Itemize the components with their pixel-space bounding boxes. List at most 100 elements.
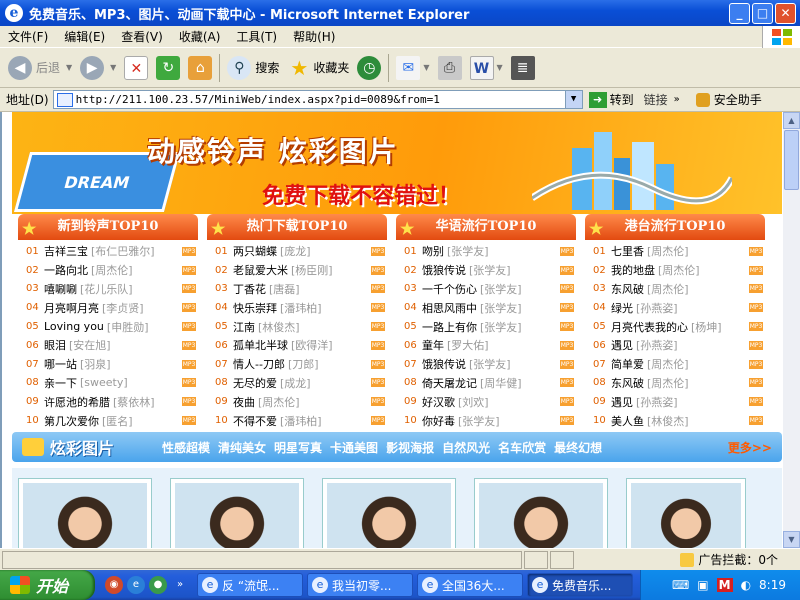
mp3-download-icon[interactable]: MP3 [371, 397, 385, 407]
links-button[interactable]: 链接 [644, 91, 668, 108]
menu-tools[interactable]: 工具(T) [228, 27, 285, 47]
address-url[interactable]: http://211.100.23.57/MiniWeb/index.aspx?… [76, 93, 565, 106]
song-title-link[interactable]: 一路向北 [44, 262, 88, 278]
song-title-link[interactable]: 吉祥三宝 [44, 243, 88, 259]
mp3-download-icon[interactable]: MP3 [371, 359, 385, 369]
mp3-download-icon[interactable]: MP3 [560, 378, 574, 388]
mp3-download-icon[interactable]: MP3 [182, 340, 196, 350]
song-row[interactable]: 01 两只蝴蝶 [庞龙] MP3 [215, 242, 385, 261]
song-row[interactable]: 09 遇见 [孙燕姿] MP3 [593, 392, 763, 411]
media-player-icon[interactable]: ◉ [105, 576, 123, 594]
discuss-button[interactable]: ≣ [507, 51, 539, 85]
song-row[interactable]: 10 美人鱼 [林俊杰] MP3 [593, 411, 763, 430]
song-row[interactable]: 06 眼泪 [安在旭] MP3 [26, 336, 196, 355]
vertical-scrollbar[interactable]: ▲ ▼ [783, 112, 800, 548]
song-title-link[interactable]: 月亮啊月亮 [44, 300, 99, 316]
song-row[interactable]: 02 一路向北 [周杰伦] MP3 [26, 261, 196, 280]
category-link[interactable]: 性感超模 [162, 439, 210, 456]
song-row[interactable]: 05 一路上有你 [张学友] MP3 [404, 317, 574, 336]
mp3-download-icon[interactable]: MP3 [749, 284, 763, 294]
mp3-download-icon[interactable]: MP3 [560, 265, 574, 275]
mp3-download-icon[interactable]: MP3 [371, 303, 385, 313]
song-title-link[interactable]: Loving you [44, 320, 104, 333]
taskbar-button[interactable]: e 我当初零... [307, 573, 413, 597]
song-row[interactable]: 06 孤单北半球 [欧得洋] MP3 [215, 336, 385, 355]
mp3-download-icon[interactable]: MP3 [560, 416, 574, 426]
search-button[interactable]: ⚲ 搜索 [223, 51, 283, 85]
song-title-link[interactable]: 一路上有你 [422, 319, 477, 335]
song-title-link[interactable]: 相思风雨中 [422, 300, 477, 316]
mp3-download-icon[interactable]: MP3 [749, 397, 763, 407]
menu-favorites[interactable]: 收藏(A) [171, 27, 229, 47]
favorites-button[interactable]: ★ 收藏夹 [283, 51, 353, 85]
song-row[interactable]: 10 不得不爱 [潘玮柏] MP3 [215, 411, 385, 430]
mp3-download-icon[interactable]: MP3 [182, 397, 196, 407]
popup-blocker[interactable]: 广告拦截：0个 [680, 551, 778, 568]
song-title-link[interactable]: 快乐崇拜 [233, 300, 277, 316]
mp3-download-icon[interactable]: MP3 [371, 416, 385, 426]
song-title-link[interactable]: 夜曲 [233, 394, 255, 410]
song-row[interactable]: 01 吻别 [张学友] MP3 [404, 242, 574, 261]
print-button[interactable]: ⎙ [434, 51, 466, 85]
window-titlebar[interactable]: e 免费音乐、MP3、图片、动画下载中心 - Microsoft Interne… [0, 0, 800, 26]
category-link[interactable]: 最终幻想 [554, 439, 602, 456]
security-helper-button[interactable]: 安全助手 [695, 91, 762, 108]
song-row[interactable]: 08 倚天屠龙记 [周华健] MP3 [404, 374, 574, 393]
song-title-link[interactable]: 眼泪 [44, 337, 66, 353]
mp3-download-icon[interactable]: MP3 [371, 265, 385, 275]
song-row[interactable]: 09 许愿池的希腊 [蔡依林] MP3 [26, 392, 196, 411]
song-row[interactable]: 08 东风破 [周杰伦] MP3 [593, 374, 763, 393]
refresh-button[interactable]: ↻ [152, 51, 184, 85]
mp3-download-icon[interactable]: MP3 [182, 378, 196, 388]
song-row[interactable]: 06 童年 [罗大佑] MP3 [404, 336, 574, 355]
category-link[interactable]: 名车欣赏 [498, 439, 546, 456]
mp3-download-icon[interactable]: MP3 [560, 397, 574, 407]
song-title-link[interactable]: 简单爱 [611, 356, 644, 372]
song-row[interactable]: 05 Loving you [申胜勋] MP3 [26, 317, 196, 336]
song-title-link[interactable]: 嘻唰唰 [44, 281, 77, 297]
mp3-download-icon[interactable]: MP3 [749, 416, 763, 426]
song-title-link[interactable]: 童年 [422, 337, 444, 353]
song-title-link[interactable]: 东风破 [611, 281, 644, 297]
song-title-link[interactable]: 两只蝴蝶 [233, 243, 277, 259]
menu-edit[interactable]: 编辑(E) [56, 27, 113, 47]
song-row[interactable]: 03 一千个伤心 [张学友] MP3 [404, 280, 574, 299]
ie-quicklaunch-icon[interactable]: e [127, 576, 145, 594]
scroll-thumb[interactable] [784, 130, 799, 190]
song-title-link[interactable]: 第几次爱你 [44, 413, 99, 429]
category-link[interactable]: 影视海报 [386, 439, 434, 456]
song-row[interactable]: 09 好汉歌 [刘欢] MP3 [404, 392, 574, 411]
song-row[interactable]: 10 第几次爱你 [匿名] MP3 [26, 411, 196, 430]
song-title-link[interactable]: 东风破 [611, 375, 644, 391]
scroll-down-button[interactable]: ▼ [783, 531, 800, 548]
song-row[interactable]: 09 夜曲 [周杰伦] MP3 [215, 392, 385, 411]
category-link[interactable]: 卡通美图 [330, 439, 378, 456]
song-title-link[interactable]: 不得不爱 [233, 413, 277, 429]
mp3-download-icon[interactable]: MP3 [182, 246, 196, 256]
photo-thumbnail[interactable] [626, 478, 746, 548]
clock[interactable]: 8:19 [759, 578, 786, 592]
song-title-link[interactable]: 亲一下 [44, 375, 77, 391]
menu-file[interactable]: 文件(F) [0, 27, 56, 47]
category-link[interactable]: 自然风光 [442, 439, 490, 456]
song-row[interactable]: 03 东风破 [周杰伦] MP3 [593, 280, 763, 299]
song-title-link[interactable]: 遇见 [611, 337, 633, 353]
category-link[interactable]: 明星写真 [274, 439, 322, 456]
song-title-link[interactable]: 饿狼传说 [422, 262, 466, 278]
mp3-download-icon[interactable]: MP3 [749, 246, 763, 256]
mp3-download-icon[interactable]: MP3 [182, 265, 196, 275]
song-row[interactable]: 10 你好毒 [张学友] MP3 [404, 411, 574, 430]
song-row[interactable]: 05 江南 [林俊杰] MP3 [215, 317, 385, 336]
song-row[interactable]: 04 快乐崇拜 [潘玮柏] MP3 [215, 298, 385, 317]
song-title-link[interactable]: 孤单北半球 [233, 337, 288, 353]
mp3-download-icon[interactable]: MP3 [371, 246, 385, 256]
song-row[interactable]: 06 遇见 [孙燕姿] MP3 [593, 336, 763, 355]
minimize-button[interactable]: _ [729, 2, 750, 24]
song-title-link[interactable]: 老鼠爱大米 [233, 262, 288, 278]
song-title-link[interactable]: 无尽的爱 [233, 375, 277, 391]
maximize-button[interactable]: □ [752, 2, 773, 24]
back-button[interactable]: ◀ 后退 ▼ [4, 51, 76, 85]
mp3-download-icon[interactable]: MP3 [560, 246, 574, 256]
song-row[interactable]: 02 我的地盘 [周杰伦] MP3 [593, 261, 763, 280]
song-row[interactable]: 02 老鼠爱大米 [杨臣刚] MP3 [215, 261, 385, 280]
